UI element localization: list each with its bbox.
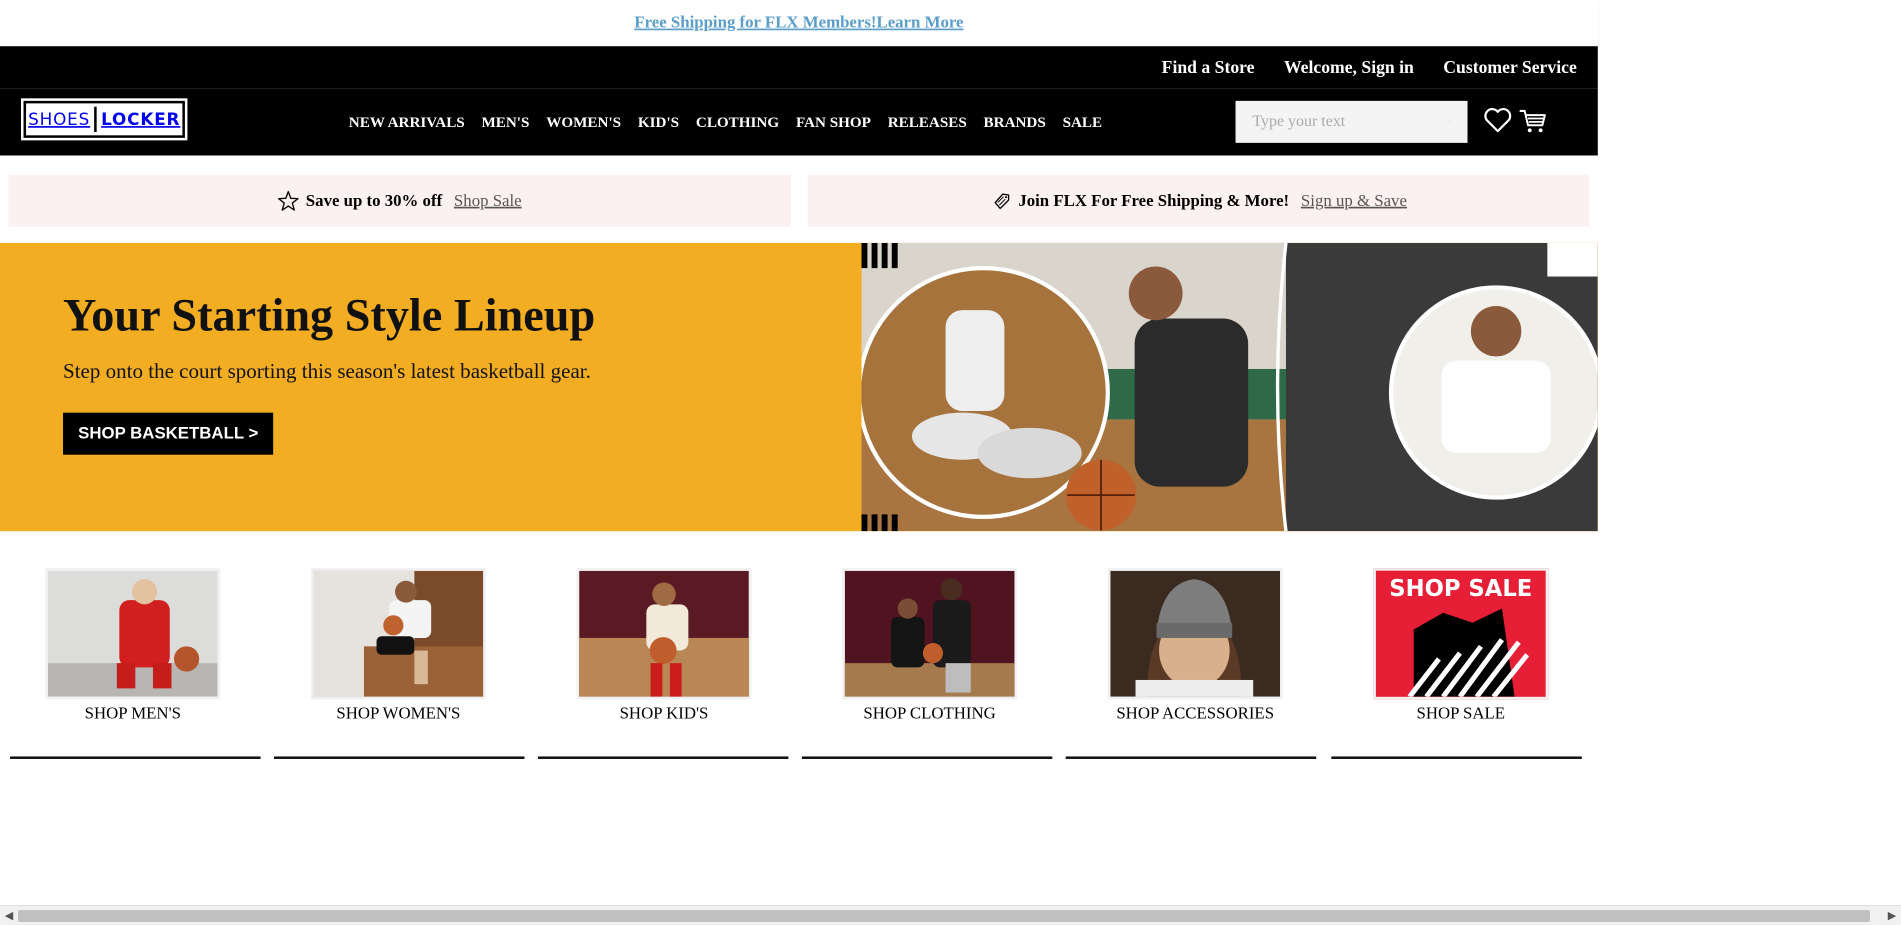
divider-line bbox=[537, 756, 789, 759]
category-image-clothing bbox=[842, 568, 1018, 700]
wishlist-heart-icon[interactable] bbox=[1483, 105, 1513, 135]
nav-item-sale[interactable]: SALE bbox=[1063, 113, 1103, 131]
search-box bbox=[1235, 100, 1468, 143]
nav-item-mens[interactable]: MEN'S bbox=[482, 113, 530, 131]
main-nav: NEW ARRIVALS MEN'S WOMEN'S KID'S CLOTHIN… bbox=[349, 88, 1102, 155]
nav-item-womens[interactable]: WOMEN'S bbox=[546, 113, 621, 131]
scrollbar-thumb[interactable] bbox=[18, 910, 1870, 922]
scroll-right-arrow-icon[interactable]: ▶ bbox=[1885, 909, 1899, 923]
sign-up-link[interactable]: Sign up & Save bbox=[1301, 191, 1407, 210]
page: Free Shipping for FLX Members!Learn More… bbox=[0, 0, 1598, 925]
browser-viewport: Free Shipping for FLX Members!Learn More… bbox=[0, 0, 1901, 925]
nav-item-releases[interactable]: RELEASES bbox=[888, 113, 967, 131]
category-label-sale: SHOP SALE bbox=[1416, 704, 1506, 723]
nav-item-fan-shop[interactable]: FAN SHOP bbox=[796, 113, 871, 131]
horizontal-scrollbar[interactable]: ◀ ▶ bbox=[0, 905, 1901, 925]
category-label-accessories: SHOP ACCESSORIES bbox=[1116, 704, 1275, 723]
offer-flx: Join FLX For Free Shipping & More! Sign … bbox=[807, 174, 1590, 227]
category-card-clothing[interactable]: SHOP CLOTHING bbox=[807, 568, 1059, 728]
find-store-link[interactable]: Find a Store bbox=[1162, 57, 1255, 78]
category-card-accessories[interactable]: SHOP ACCESSORIES bbox=[1072, 568, 1324, 728]
category-label-clothing: SHOP CLOTHING bbox=[863, 704, 996, 723]
category-card-sale[interactable]: SHOP SALE SHOP SALE bbox=[1338, 568, 1590, 728]
hero-title: Your Starting Style Lineup bbox=[63, 289, 596, 341]
search-icon[interactable] bbox=[1449, 113, 1451, 130]
offer-flx-text: Join FLX For Free Shipping & More! bbox=[1018, 191, 1290, 210]
nav-item-new-arrivals[interactable]: NEW ARRIVALS bbox=[349, 113, 465, 131]
customer-service-link[interactable]: Customer Service bbox=[1443, 57, 1576, 78]
logo-text-left: SHOES bbox=[28, 109, 91, 130]
logo-text-right: LOCKER bbox=[101, 109, 181, 130]
hero-image bbox=[861, 242, 1598, 532]
sign-in-link[interactable]: Welcome, Sign in bbox=[1284, 57, 1414, 78]
hero-banner: Your Starting Style Lineup Step onto the… bbox=[0, 242, 1598, 532]
category-image-sale: SHOP SALE bbox=[1373, 568, 1549, 700]
offer-sale-text: Save up to 30% off bbox=[305, 191, 443, 210]
promo-link[interactable]: Free Shipping for FLX Members!Learn More bbox=[634, 13, 963, 32]
shop-basketball-button[interactable]: SHOP BASKETBALL > bbox=[63, 412, 274, 455]
nav-item-brands[interactable]: BRANDS bbox=[984, 113, 1046, 131]
divider-line bbox=[274, 756, 525, 759]
category-label-kids: SHOP KID'S bbox=[619, 704, 709, 723]
utility-bar: Find a Store Welcome, Sign in Customer S… bbox=[0, 46, 1598, 89]
offer-sale: Save up to 30% off Shop Sale bbox=[8, 174, 791, 227]
category-card-womens[interactable]: SHOP WOMEN'S bbox=[276, 568, 528, 728]
search-input[interactable] bbox=[1252, 112, 1450, 132]
divider-line bbox=[801, 756, 1053, 759]
divider-line bbox=[10, 756, 261, 759]
logo-divider bbox=[94, 106, 97, 132]
category-image-womens bbox=[310, 568, 486, 700]
sale-thumb-text: SHOP SALE bbox=[1389, 575, 1533, 602]
category-card-mens[interactable]: SHOP MEN'S bbox=[10, 568, 262, 728]
category-image-mens bbox=[45, 568, 221, 700]
shop-sale-link[interactable]: Shop Sale bbox=[454, 191, 522, 210]
star-icon bbox=[277, 190, 299, 211]
shipping-tag-icon bbox=[994, 193, 1009, 210]
divider-line bbox=[1065, 756, 1317, 759]
cart-icon[interactable] bbox=[1518, 105, 1548, 135]
hero-subtitle: Step onto the court sporting this season… bbox=[63, 360, 591, 384]
category-image-accessories bbox=[1107, 568, 1283, 700]
logo-mark: SHOES LOCKER bbox=[23, 100, 185, 138]
scroll-left-arrow-icon[interactable]: ◀ bbox=[2, 909, 16, 923]
nav-item-clothing[interactable]: CLOTHING bbox=[696, 113, 779, 131]
offer-tiles: Save up to 30% off Shop Sale Join FLX Fo… bbox=[8, 174, 1590, 227]
category-grid: SHOP MEN'S SHOP WOMEN'S SHOP KID'S SHOP … bbox=[10, 568, 1590, 728]
category-image-kids bbox=[576, 568, 752, 700]
category-label-mens: SHOP MEN'S bbox=[84, 704, 181, 723]
promo-banner: Free Shipping for FLX Members!Learn More bbox=[0, 0, 1598, 47]
category-card-kids[interactable]: SHOP KID'S bbox=[541, 568, 793, 728]
main-header: SHOES LOCKER NEW ARRIVALS MEN'S WOMEN'S … bbox=[0, 88, 1598, 156]
category-label-womens: SHOP WOMEN'S bbox=[336, 704, 461, 723]
divider-line bbox=[1331, 756, 1582, 759]
logo[interactable]: SHOES LOCKER bbox=[21, 98, 188, 141]
nav-item-kids[interactable]: KID'S bbox=[638, 113, 679, 131]
